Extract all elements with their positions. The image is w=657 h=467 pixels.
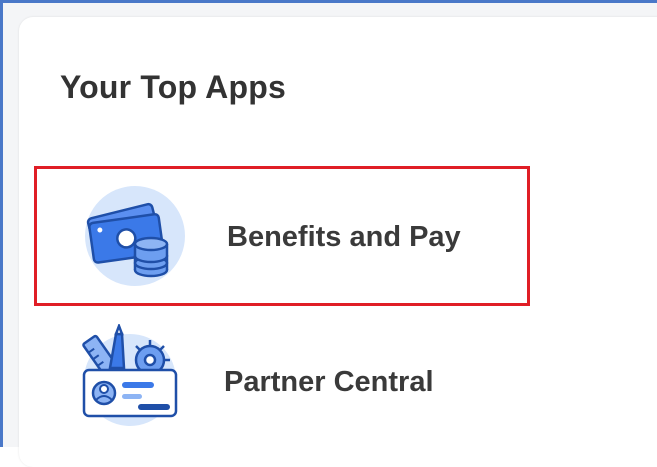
money-coins-icon [85,186,185,286]
app-label-benefits-and-pay: Benefits and Pay [227,221,461,253]
id-card-tools-icon [82,324,178,426]
app-item-partner-central[interactable]: Partner Central [34,312,530,452]
section-title: Your Top Apps [60,69,286,105]
app-item-benefits-and-pay[interactable]: Benefits and Pay [34,166,530,306]
app-label-partner-central: Partner Central [224,366,434,398]
